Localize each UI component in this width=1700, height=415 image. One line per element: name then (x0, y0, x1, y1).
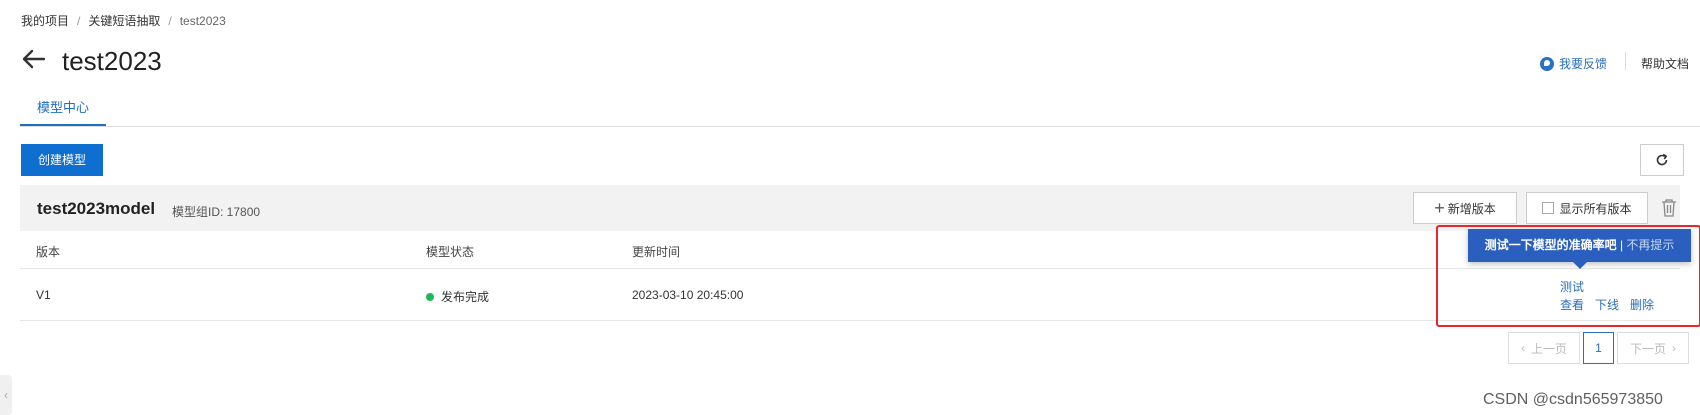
help-docs-link[interactable]: 帮助文档 (1641, 55, 1689, 72)
model-group-name: test2023model (37, 199, 156, 218)
back-arrow-icon[interactable] (20, 46, 46, 72)
chevron-left-icon: ‹ (4, 388, 8, 402)
delete-action-link[interactable]: 删除 (1630, 296, 1654, 313)
tab-bar: 模型中心 (20, 98, 1700, 127)
feedback-icon (1540, 56, 1554, 71)
column-header-version: 版本 (36, 245, 61, 259)
watermark: CSDN @csdn565973850 (1483, 391, 1663, 408)
breadcrumb-item-phrase-extraction[interactable]: 关键短语抽取 (88, 12, 160, 29)
feedback-link[interactable]: 我要反馈 (1540, 55, 1607, 72)
test-hint-tooltip: 测试一下模型的准确率吧 | 不再提示 (1468, 229, 1691, 262)
column-header-status: 模型状态 (426, 245, 475, 259)
show-all-versions-checkbox[interactable]: 显示所有版本 (1526, 192, 1648, 224)
offline-action-link[interactable]: 下线 (1595, 296, 1619, 313)
page-number-button[interactable]: 1 (1583, 332, 1614, 364)
prev-page-label: 上一页 (1530, 341, 1567, 356)
breadcrumb: 我的项目 / 关键短语抽取 / test2023 (21, 12, 226, 29)
trash-icon[interactable] (1660, 198, 1678, 218)
page-title: test2023 (62, 46, 162, 76)
dismiss-hint-link[interactable]: 不再提示 (1626, 238, 1674, 252)
breadcrumb-separator: / (168, 13, 172, 28)
row-version: V1 (36, 288, 51, 302)
row-status-label: 发布完成 (441, 290, 490, 304)
refresh-icon (1656, 153, 1668, 166)
tab-model-center[interactable]: 模型中心 (20, 98, 107, 126)
plus-icon: + (1434, 198, 1445, 218)
model-group-id: 模型组ID: 17800 (172, 205, 261, 219)
next-page-label: 下一页 (1629, 341, 1666, 356)
breadcrumb-item-current: test2023 (179, 13, 226, 28)
sidebar-toggle-handle[interactable]: ‹ (0, 375, 12, 415)
chevron-left-icon: ‹ (1520, 341, 1525, 355)
add-version-label: 新增版本 (1447, 201, 1496, 216)
feedback-label: 我要反馈 (1559, 57, 1608, 71)
row-updated-time: 2023-03-10 20:45:00 (632, 288, 744, 302)
status-success-dot (426, 292, 434, 301)
tooltip-message: 测试一下模型的准确率吧 (1484, 238, 1617, 252)
column-header-updated: 更新时间 (632, 245, 681, 259)
refresh-button[interactable] (1640, 144, 1684, 176)
test-action-link[interactable]: 测试 (1560, 278, 1584, 295)
add-version-button[interactable]: + 新增版本 (1413, 192, 1517, 224)
show-all-versions-label: 显示所有版本 (1559, 201, 1632, 216)
header-divider (1625, 52, 1626, 70)
tooltip-arrow (1573, 262, 1587, 269)
row-status: 发布完成 (426, 288, 489, 305)
view-action-link[interactable]: 查看 (1560, 296, 1584, 313)
create-model-button[interactable]: 创建模型 (21, 144, 103, 176)
next-page-button[interactable]: 下一页 › (1617, 332, 1689, 364)
chevron-right-icon: › (1672, 341, 1676, 355)
breadcrumb-item-projects[interactable]: 我的项目 (21, 12, 69, 29)
breadcrumb-separator: / (77, 13, 81, 28)
tooltip-separator: | (1619, 238, 1624, 252)
checkbox-icon[interactable] (1542, 202, 1555, 214)
prev-page-button[interactable]: ‹ 上一页 (1508, 332, 1580, 364)
table-header (20, 232, 1680, 269)
row-divider (20, 320, 1680, 321)
